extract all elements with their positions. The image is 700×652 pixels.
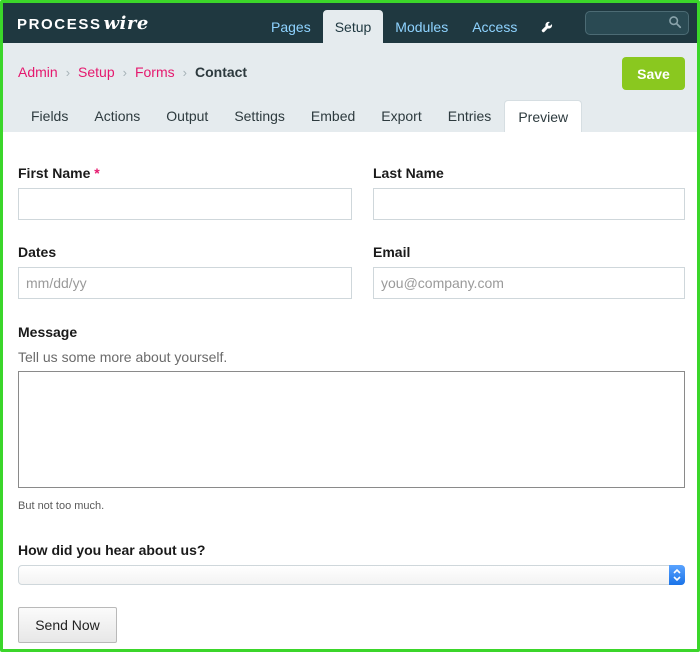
nav-setup[interactable]: Setup — [322, 10, 384, 43]
nav-modules[interactable]: Modules — [383, 10, 460, 43]
select-stepper-icon[interactable] — [669, 565, 685, 585]
email-label: Email — [373, 244, 411, 260]
masthead: PROCESS wire Pages Setup Modules Access — [3, 3, 697, 43]
contact-form-preview: First Name * Last Name Dates Email Messa… — [3, 132, 697, 649]
chevron-right-icon: › — [122, 64, 127, 80]
required-marker: * — [94, 165, 100, 181]
processwire-logo[interactable]: PROCESS wire — [17, 13, 149, 35]
first-name-label: First Name * — [18, 165, 100, 181]
message-textarea[interactable] — [18, 371, 685, 488]
breadcrumb-current: Contact — [194, 64, 248, 80]
message-label: Message — [18, 324, 78, 340]
nav-pages[interactable]: Pages — [259, 10, 323, 43]
tab-embed[interactable]: Embed — [298, 100, 368, 132]
breadcrumb-forms[interactable]: Forms — [135, 64, 175, 80]
top-navigation: Pages Setup Modules Access — [259, 10, 565, 43]
last-name-label: Last Name — [373, 165, 444, 181]
save-button[interactable]: Save — [622, 57, 685, 90]
tab-preview[interactable]: Preview — [504, 100, 583, 132]
tab-settings[interactable]: Settings — [221, 100, 298, 132]
search-icon — [669, 16, 682, 29]
logo-process: PROCESS — [17, 16, 102, 33]
app-frame: PROCESS wire Pages Setup Modules Access A… — [0, 0, 700, 652]
first-name-field[interactable] — [18, 188, 352, 220]
dates-field[interactable] — [18, 267, 352, 299]
chevron-right-icon: › — [182, 64, 187, 80]
form-tabs: Fields Actions Output Settings Embed Exp… — [18, 100, 583, 132]
message-note: But not too much. — [18, 500, 105, 512]
hear-about-label: How did you hear about us? — [18, 542, 206, 558]
search-input[interactable] — [585, 11, 689, 35]
tab-export[interactable]: Export — [368, 100, 434, 132]
chevron-up-down-icon — [673, 568, 681, 582]
page-header: Admin › Setup › Forms › Contact Save Fie… — [3, 43, 697, 132]
breadcrumb-admin[interactable]: Admin — [18, 64, 58, 80]
breadcrumb: Admin › Setup › Forms › Contact — [18, 64, 247, 80]
tab-actions[interactable]: Actions — [81, 100, 153, 132]
tab-fields[interactable]: Fields — [18, 100, 81, 132]
logo-wire: wire — [103, 13, 149, 34]
tab-entries[interactable]: Entries — [435, 100, 505, 132]
nav-access[interactable]: Access — [460, 10, 529, 43]
dates-label: Dates — [18, 244, 57, 260]
first-name-label-text: First Name — [18, 165, 91, 181]
tab-output[interactable]: Output — [153, 100, 221, 132]
breadcrumb-setup[interactable]: Setup — [78, 64, 115, 80]
chevron-right-icon: › — [65, 64, 71, 80]
hear-about-select[interactable] — [18, 565, 685, 585]
wrench-icon-glyph — [542, 21, 553, 32]
email-field[interactable] — [373, 267, 685, 299]
wrench-icon[interactable] — [529, 10, 565, 43]
send-now-button[interactable]: Send Now — [18, 607, 117, 643]
message-description: Tell us some more about yourself. — [18, 349, 228, 365]
last-name-field[interactable] — [373, 188, 685, 220]
